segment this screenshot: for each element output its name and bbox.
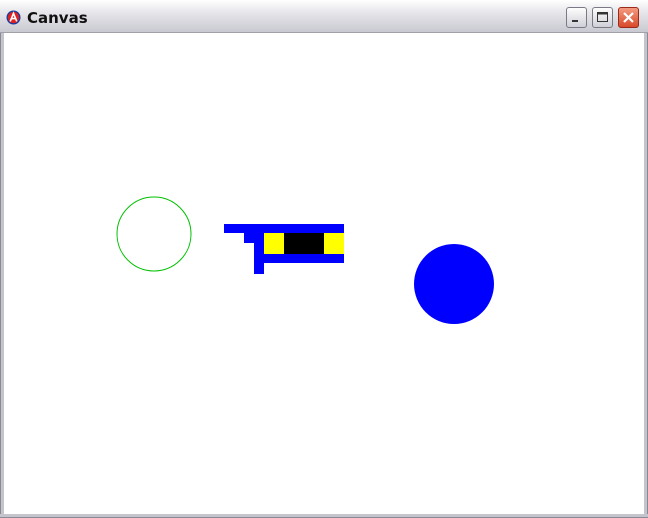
sprite-black-center [284, 233, 324, 254]
sprite-yellow-left [264, 233, 284, 254]
sprite-yellow-right [324, 233, 344, 254]
sprite-blue-leg [254, 243, 264, 274]
close-button[interactable] [618, 7, 639, 28]
sprite-blue-bottom [264, 254, 344, 263]
green-circle-outline [116, 196, 192, 272]
window-border-right [644, 33, 648, 518]
window-border-bottom [0, 514, 648, 518]
blue-circle-filled [414, 244, 494, 324]
maximize-icon [597, 12, 608, 22]
minimize-button[interactable] [566, 7, 587, 28]
pixel-sprite [224, 224, 344, 274]
drawing-canvas[interactable] [4, 34, 644, 514]
canvas-drawing [116, 196, 494, 324]
title-bar[interactable]: Canvas [0, 0, 648, 33]
sprite-blue-top [224, 224, 344, 233]
window-title: Canvas [27, 9, 88, 27]
sprite-blue-step [244, 233, 264, 243]
java-icon[interactable] [6, 10, 21, 25]
close-icon [623, 12, 634, 23]
minimize-icon [572, 20, 578, 22]
canvas-window: Canvas [0, 0, 648, 518]
maximize-button[interactable] [592, 7, 613, 28]
